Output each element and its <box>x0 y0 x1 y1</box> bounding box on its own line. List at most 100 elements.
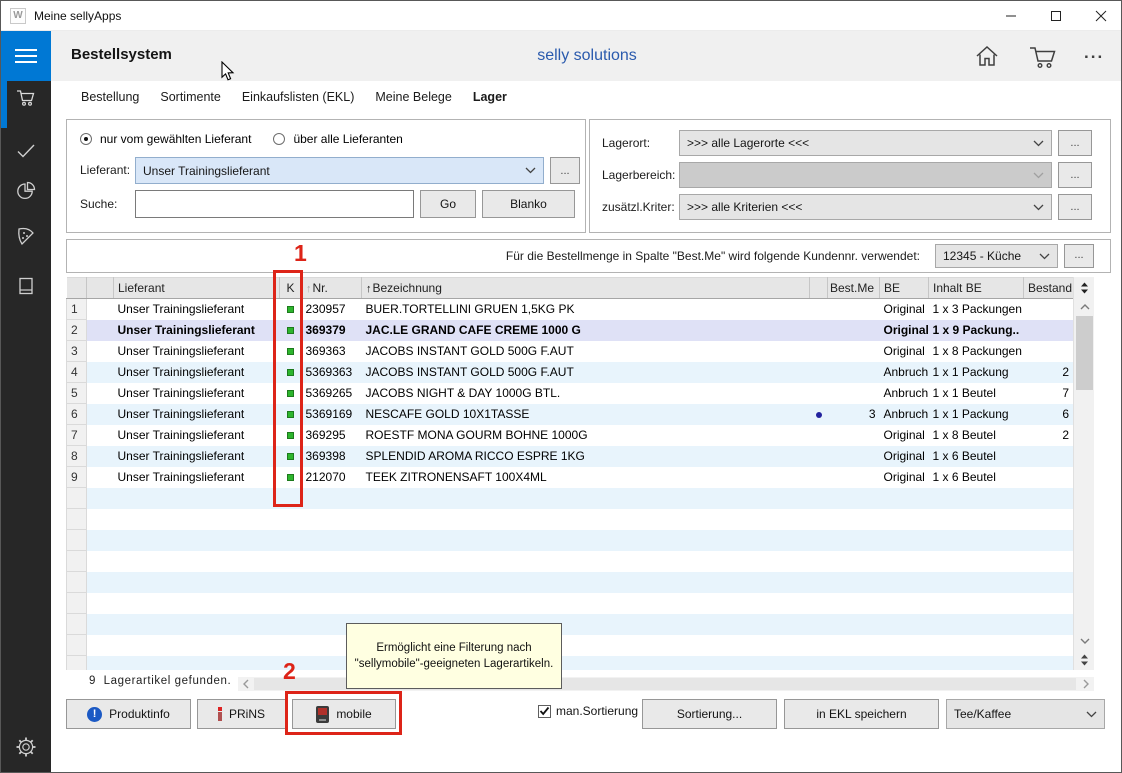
pizza-slice-icon <box>15 226 37 248</box>
empty-row <box>67 635 1074 656</box>
table-row[interactable]: 8 Unser Trainingslieferant 369398 SPLEND… <box>67 446 1074 467</box>
col-bestme[interactable]: Best.Me <box>828 278 880 299</box>
tab-lager[interactable]: Lager <box>473 90 507 104</box>
pie-chart-icon <box>15 180 37 202</box>
man-sortierung-checkbox[interactable] <box>538 705 551 718</box>
close-button[interactable] <box>1078 1 1122 31</box>
kundennr-text: Für die Bestellmenge in Spalte "Best.Me"… <box>506 249 920 263</box>
table-header-row: Lieferant K ↑Nr. ↑Bezeichnung Best.Me BE… <box>67 278 1074 299</box>
radio-all-suppliers-label[interactable]: über alle Lieferanten <box>293 132 402 146</box>
produktinfo-button[interactable]: ! Produktinfo <box>66 699 191 729</box>
vertical-scrollbar[interactable] <box>1073 277 1094 670</box>
home-button[interactable] <box>973 43 1001 74</box>
lagerbereich-more-button[interactable]: ... <box>1058 162 1092 188</box>
lagerort-select[interactable]: >>> alle Lagerorte <<< <box>679 130 1052 156</box>
col-blank[interactable] <box>87 278 114 299</box>
man-sortierung-label[interactable]: man.Sortierung <box>556 704 638 718</box>
col-inhalt[interactable]: Inhalt BE <box>929 278 1024 299</box>
table-row[interactable]: 3 Unser Trainingslieferant 369363 JACOBS… <box>67 341 1074 362</box>
lagerort-more-button[interactable]: ... <box>1058 130 1092 156</box>
scroll-down-button[interactable] <box>1074 633 1094 649</box>
kriterien-label: zusätzl.Kriter: <box>602 200 675 214</box>
radio-selected-supplier[interactable] <box>80 133 92 145</box>
cart-icon <box>1027 43 1059 71</box>
kriterien-more-button[interactable]: ... <box>1058 194 1092 220</box>
col-be[interactable]: BE <box>880 278 929 299</box>
sort-both-button[interactable] <box>1074 277 1094 298</box>
sortierung-button[interactable]: Sortierung... <box>642 699 777 729</box>
book-icon <box>16 276 36 296</box>
cart-button[interactable] <box>1027 43 1059 76</box>
col-nr[interactable]: ↑Nr. <box>302 278 362 299</box>
annotation-rect-2 <box>285 691 402 735</box>
kriterien-select[interactable]: >>> alle Kriterien <<< <box>679 194 1052 220</box>
kundennr-more-button[interactable]: ... <box>1064 244 1094 268</box>
col-lieferant[interactable]: Lieferant <box>114 278 280 299</box>
home-icon <box>973 43 1001 69</box>
ekl-speichern-button[interactable]: in EKL speichern <box>784 699 939 729</box>
radio-selected-supplier-label[interactable]: nur vom gewählten Lieferant <box>100 132 251 146</box>
lagerbereich-label: Lagerbereich: <box>602 168 675 182</box>
check-icon <box>16 143 36 159</box>
gear-icon <box>15 736 37 758</box>
brand-text: selly solutions <box>51 47 1122 65</box>
empty-row <box>67 551 1074 572</box>
lieferant-more-button[interactable]: ... <box>550 157 580 184</box>
tab-einkaufslisten[interactable]: Einkaufslisten (EKL) <box>242 90 355 104</box>
sidebar-item-pizza[interactable] <box>1 226 51 248</box>
app-logo-icon: W <box>10 8 26 24</box>
radio-all-suppliers[interactable] <box>273 133 285 145</box>
blanko-button[interactable]: Blanko <box>482 190 575 218</box>
lieferant-select[interactable]: Unser Trainingslieferant <box>135 157 544 184</box>
warengruppe-select[interactable]: Tee/Kaffee <box>946 699 1105 729</box>
table-row[interactable]: 7 Unser Trainingslieferant 369295 ROESTF… <box>67 425 1074 446</box>
tooltip: Ermöglicht eine Filterung nach "sellymob… <box>346 623 562 689</box>
hamburger-menu-button[interactable] <box>1 31 51 81</box>
col-dot[interactable] <box>810 278 828 299</box>
table-row-selected[interactable]: 2 Unser Trainingslieferant 369379 JAC.LE… <box>67 320 1074 341</box>
annotation-number-2: 2 <box>283 658 296 685</box>
col-bestand[interactable]: Bestand <box>1024 278 1074 299</box>
scrollbar-thumb[interactable] <box>1076 316 1093 390</box>
tab-sortimente[interactable]: Sortimente <box>160 90 220 104</box>
col-bezeichnung[interactable]: ↑Bezeichnung <box>362 278 810 299</box>
table-row[interactable]: 4 Unser Trainingslieferant 5369363 JACOB… <box>67 362 1074 383</box>
go-button[interactable]: Go <box>420 190 476 218</box>
table-row[interactable]: 9 Unser Trainingslieferant 212070 TEEK Z… <box>67 467 1074 488</box>
sort-both-icon <box>1080 654 1089 666</box>
sidebar-item-book[interactable] <box>1 276 51 296</box>
sidebar-item-settings[interactable] <box>1 736 51 758</box>
sidebar-item-check[interactable] <box>1 143 51 159</box>
table-row[interactable]: 6 Unser Trainingslieferant 5369169 NESCA… <box>67 404 1074 425</box>
tab-bestellung[interactable]: Bestellung <box>81 90 139 104</box>
kundennr-select[interactable]: 12345 - Küche <box>935 244 1058 268</box>
suche-label: Suche: <box>80 197 117 211</box>
mouse-cursor <box>221 61 235 87</box>
chevron-down-icon <box>525 167 536 174</box>
scroll-right-button[interactable] <box>1078 677 1094 691</box>
prins-button[interactable]: PRiNS <box>197 699 286 729</box>
sort-asc-icon: ↑ <box>366 283 372 295</box>
man-sortierung-checkbox-row: man.Sortierung <box>538 704 638 718</box>
sidebar-item-pie-chart[interactable] <box>1 180 51 202</box>
minimize-button[interactable] <box>988 1 1033 31</box>
scroll-bottom-button[interactable] <box>1074 652 1094 668</box>
chevron-up-icon <box>1080 304 1090 310</box>
tab-meine-belege[interactable]: Meine Belege <box>375 90 451 104</box>
scroll-left-button[interactable] <box>238 677 254 691</box>
annotation-rect-1 <box>273 270 303 507</box>
annotation-number-1: 1 <box>294 240 307 267</box>
sidebar-item-cart[interactable] <box>1 88 51 108</box>
col-rownum[interactable] <box>67 278 87 299</box>
title-bar: W Meine sellyApps <box>1 1 1122 31</box>
table-row[interactable]: 1 Unser Trainingslieferant 230957 BUER.T… <box>67 299 1074 320</box>
scroll-up-button[interactable] <box>1074 298 1094 316</box>
header: Bestellsystem selly solutions ... <box>51 31 1122 81</box>
table-row[interactable]: 5 Unser Trainingslieferant 5369265 JACOB… <box>67 383 1074 404</box>
chevron-down-icon <box>1039 253 1050 260</box>
search-input[interactable] <box>135 190 414 218</box>
maximize-button[interactable] <box>1033 1 1078 31</box>
order-dot-icon <box>816 412 822 418</box>
chevron-down-icon <box>1086 711 1097 718</box>
more-menu-button[interactable]: ... <box>1084 43 1104 63</box>
